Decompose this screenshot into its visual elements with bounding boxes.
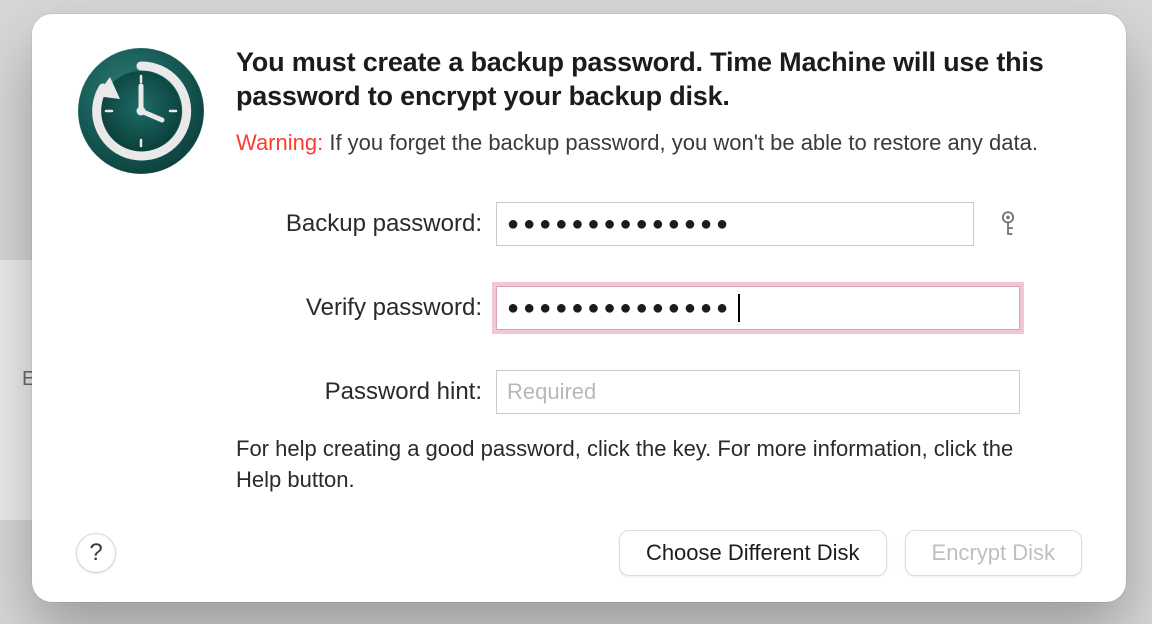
backup-password-row: Backup password: — [236, 202, 1082, 246]
password-hint-label: Password hint: — [236, 378, 496, 406]
encrypt-disk-label: Encrypt Disk — [932, 540, 1055, 565]
help-button-label: ? — [89, 539, 102, 567]
key-icon — [998, 210, 1018, 238]
help-text: For help creating a good password, click… — [236, 434, 1082, 496]
password-assistant-key-button[interactable] — [994, 207, 1022, 241]
verify-password-input[interactable] — [496, 286, 1020, 330]
verify-password-row: Verify password: — [236, 286, 1082, 330]
encrypt-disk-button[interactable]: Encrypt Disk — [905, 530, 1082, 576]
warning-text: If you forget the backup password, you w… — [323, 130, 1038, 155]
password-hint-input[interactable] — [496, 370, 1020, 414]
help-button[interactable]: ? — [76, 533, 116, 573]
password-hint-row: Password hint: — [236, 370, 1082, 414]
verify-password-label: Verify password: — [236, 294, 496, 322]
backup-password-input[interactable] — [496, 202, 974, 246]
time-machine-icon — [76, 46, 206, 176]
backup-password-dialog: You must create a backup password. Time … — [32, 14, 1126, 602]
dialog-warning: Warning: If you forget the backup passwo… — [236, 128, 1082, 158]
backup-password-label: Backup password: — [236, 210, 496, 238]
text-caret — [738, 294, 740, 322]
dialog-title: You must create a backup password. Time … — [236, 46, 1082, 114]
choose-different-disk-button[interactable]: Choose Different Disk — [619, 530, 887, 576]
warning-label: Warning: — [236, 130, 323, 155]
choose-different-disk-label: Choose Different Disk — [646, 540, 860, 565]
